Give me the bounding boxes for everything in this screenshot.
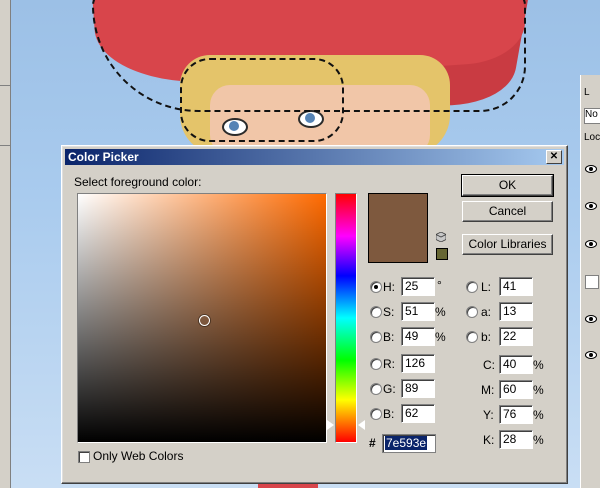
- percent-unit: %: [435, 330, 446, 344]
- eye-icon[interactable]: [585, 351, 597, 359]
- cancel-button[interactable]: Cancel: [462, 201, 553, 222]
- hue-radio[interactable]: [370, 281, 382, 293]
- left-panel-edge: [0, 0, 11, 488]
- percent-unit: %: [533, 408, 544, 422]
- saturation-radio[interactable]: [370, 306, 382, 318]
- magenta-label: M:: [481, 383, 495, 397]
- green-radio[interactable]: [370, 383, 382, 395]
- ok-button[interactable]: OK: [461, 174, 554, 197]
- saturation-input[interactable]: 51: [401, 302, 435, 321]
- blend-mode-select[interactable]: No: [584, 108, 600, 124]
- yellow-label: Y:: [483, 408, 494, 422]
- percent-unit: %: [533, 383, 544, 397]
- lock-label: Loc: [584, 132, 600, 143]
- color-picker-dialog: Color Picker ✕ Select foreground color: …: [61, 145, 568, 484]
- lab-a-label: a:: [481, 305, 492, 319]
- degree-unit: °: [437, 278, 442, 292]
- blue-input[interactable]: 62: [401, 404, 435, 423]
- selection-marquee-hair: [180, 58, 344, 142]
- percent-unit: %: [533, 433, 544, 447]
- web-safe-swatch[interactable]: [436, 248, 448, 260]
- close-button[interactable]: ✕: [546, 150, 562, 164]
- color-libraries-button[interactable]: Color Libraries: [462, 234, 553, 255]
- red-input[interactable]: 126: [401, 354, 435, 373]
- lab-l-radio[interactable]: [466, 281, 478, 293]
- lab-b-input[interactable]: 22: [499, 327, 533, 346]
- lab-l-input[interactable]: 41: [499, 277, 533, 296]
- hue-slider[interactable]: [335, 193, 357, 443]
- lab-l-label: L:: [481, 280, 492, 294]
- hex-input[interactable]: 7e593e: [382, 434, 436, 453]
- select-color-label: Select foreground color:: [74, 175, 202, 189]
- hue-label: H:: [383, 280, 395, 294]
- hue-input[interactable]: 25: [401, 277, 435, 296]
- lab-b-label: b:: [481, 330, 492, 344]
- percent-unit: %: [533, 358, 544, 372]
- layers-panel-tab[interactable]: L: [584, 87, 600, 101]
- eye-icon[interactable]: [585, 165, 597, 173]
- magenta-input[interactable]: 60: [499, 380, 533, 399]
- brightness-input[interactable]: 49: [401, 327, 435, 346]
- black-label: K:: [483, 433, 495, 447]
- color-field[interactable]: [77, 193, 327, 443]
- only-web-colors-checkbox[interactable]: [78, 451, 90, 463]
- hue-slider-arrow-left[interactable]: [327, 419, 334, 430]
- hue-slider-arrow-right[interactable]: [358, 419, 365, 430]
- red-label: R:: [383, 357, 395, 371]
- layer-thumbnail[interactable]: [585, 275, 599, 289]
- current-color-swatch: [368, 193, 428, 263]
- red-radio[interactable]: [370, 358, 382, 370]
- hex-value: 7e593e: [385, 436, 428, 450]
- brightness-label: B:: [383, 330, 395, 344]
- out-of-gamut-cube-icon[interactable]: [436, 232, 446, 242]
- layers-panel: L No Loc: [580, 75, 600, 488]
- cyan-label: C:: [483, 358, 495, 372]
- saturation-label: S:: [383, 305, 395, 319]
- color-field-cursor[interactable]: [199, 315, 211, 327]
- dialog-titlebar[interactable]: Color Picker ✕: [65, 149, 564, 165]
- dialog-title: Color Picker: [68, 150, 139, 164]
- only-web-colors-label: Only Web Colors: [93, 449, 184, 463]
- blue-label: B:: [383, 407, 395, 421]
- yellow-input[interactable]: 76: [499, 405, 533, 424]
- green-input[interactable]: 89: [401, 379, 435, 398]
- lab-a-radio[interactable]: [466, 306, 478, 318]
- lab-b-radio[interactable]: [466, 331, 478, 343]
- eye-icon[interactable]: [585, 240, 597, 248]
- black-input[interactable]: 28: [499, 430, 533, 449]
- green-label: G:: [383, 382, 396, 396]
- cyan-input[interactable]: 40: [499, 355, 533, 374]
- hex-prefix: #: [369, 436, 376, 450]
- blue-radio[interactable]: [370, 408, 382, 420]
- brightness-radio[interactable]: [370, 331, 382, 343]
- eye-icon[interactable]: [585, 202, 597, 210]
- lab-a-input[interactable]: 13: [499, 302, 533, 321]
- eye-icon[interactable]: [585, 315, 597, 323]
- percent-unit: %: [435, 305, 446, 319]
